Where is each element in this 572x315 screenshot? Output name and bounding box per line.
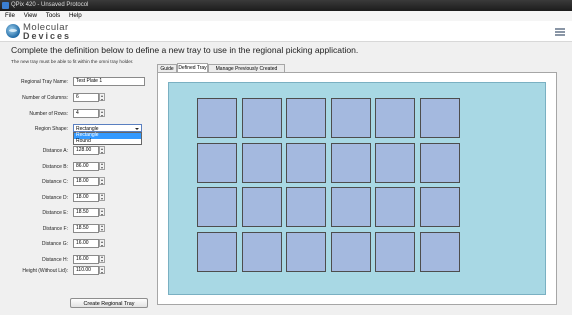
- region-shape-select[interactable]: Rectangle: [73, 124, 142, 132]
- tab-defined-tray[interactable]: Defined Tray: [177, 63, 208, 72]
- distance-g-input[interactable]: 16.00: [73, 239, 99, 248]
- distance-h-input[interactable]: 16.00: [73, 254, 99, 264]
- distance-b-spinner-icon[interactable]: [99, 161, 105, 170]
- rows-spinner-icon[interactable]: [99, 109, 105, 117]
- tray-well: [286, 231, 327, 272]
- distance-h-label: Distance H:: [42, 256, 68, 263]
- tray-name-label: Regional Tray Name:: [21, 79, 68, 85]
- tray-well: [375, 98, 416, 138]
- tray-well: [241, 187, 282, 227]
- tray-name-input[interactable]: Test Plate 1: [73, 77, 145, 86]
- region-shape-dropdown: Rectangle Round: [73, 132, 142, 145]
- distance-f-input[interactable]: 18.50: [73, 223, 99, 233]
- window-titlebar: QPix 420 - Unsaved Protocol: [0, 0, 572, 11]
- distance-f-label: Distance F:: [42, 225, 68, 232]
- distance-f-spinner-icon[interactable]: [99, 223, 105, 232]
- tray-well: [197, 98, 237, 138]
- app-header: Molecular Devices: [0, 21, 572, 42]
- region-shape-label: Region Shape:: [34, 126, 68, 132]
- tray-preview: [168, 82, 546, 295]
- distance-e-input[interactable]: 18.50: [73, 208, 99, 217]
- columns-input[interactable]: 6: [73, 93, 99, 102]
- distance-g-label: Distance G:: [41, 241, 68, 247]
- tray-well: [241, 98, 282, 138]
- tray-well: [420, 187, 460, 227]
- height-input[interactable]: 110.00: [73, 266, 99, 275]
- distance-b-label: Distance B:: [42, 163, 68, 170]
- distance-h-spinner-icon[interactable]: [99, 254, 105, 263]
- tray-well: [330, 142, 371, 183]
- option-round[interactable]: Round: [74, 138, 141, 145]
- tray-well: [420, 231, 460, 272]
- distance-b-input[interactable]: 86.00: [73, 161, 99, 171]
- distance-c-spinner-icon[interactable]: [99, 177, 105, 185]
- distance-a-spinner-icon[interactable]: [99, 146, 105, 154]
- columns-spinner-icon[interactable]: [99, 93, 105, 101]
- hamburger-menu-icon[interactable]: [555, 28, 565, 37]
- tab-guide[interactable]: Guide: [157, 64, 177, 72]
- page-heading: Complete the definition below to define …: [11, 45, 359, 55]
- menu-bar: File View Tools Help: [0, 11, 572, 21]
- distance-e-spinner-icon[interactable]: [99, 208, 105, 216]
- app-icon: [2, 2, 9, 9]
- tray-well: [286, 187, 327, 227]
- tray-well: [330, 98, 371, 138]
- tray-well: [286, 98, 327, 138]
- distance-c-label: Distance C:: [42, 179, 68, 185]
- menu-file[interactable]: File: [5, 11, 15, 21]
- molecular-devices-logo-icon: [6, 24, 20, 38]
- distance-c-input[interactable]: 18.00: [73, 177, 99, 186]
- tab-manage-trays[interactable]: Manage Previously Created Trays: [208, 64, 285, 80]
- create-regional-tray-button[interactable]: Create Regional Tray: [70, 298, 148, 308]
- rows-label: Number of Rows:: [29, 111, 68, 117]
- distance-d-input[interactable]: 18.00: [73, 192, 99, 202]
- columns-label: Number of Columns:: [22, 95, 68, 101]
- window-title: QPix 420 - Unsaved Protocol: [11, 2, 89, 8]
- chevron-down-icon: [135, 128, 139, 130]
- distance-a-input[interactable]: 128.00: [73, 146, 99, 155]
- tray-well: [286, 142, 327, 183]
- tray-well: [330, 187, 371, 227]
- tray-well: [420, 142, 460, 183]
- distance-g-spinner-icon[interactable]: [99, 239, 105, 247]
- height-spinner-icon[interactable]: [99, 266, 105, 274]
- distance-d-label: Distance D:: [42, 194, 68, 201]
- tray-well: [241, 231, 282, 272]
- brand-line2: Devices: [23, 31, 72, 41]
- tray-fit-note: The new tray must be able to fit within …: [11, 59, 134, 64]
- distance-d-spinner-icon[interactable]: [99, 192, 105, 201]
- tray-well: [241, 142, 282, 183]
- tray-well: [375, 142, 416, 183]
- rows-input[interactable]: 4: [73, 109, 99, 118]
- tray-well: [197, 187, 237, 227]
- tray-well: [197, 142, 237, 183]
- menu-view[interactable]: View: [24, 11, 37, 21]
- tray-well: [375, 231, 416, 272]
- tray-well: [197, 231, 237, 272]
- distance-a-label: Distance A:: [42, 148, 68, 154]
- menu-help[interactable]: Help: [69, 11, 82, 21]
- distance-e-label: Distance E:: [42, 210, 68, 216]
- height-label: Height (Without Lid):: [22, 268, 68, 274]
- tray-well: [330, 231, 371, 272]
- menu-tools[interactable]: Tools: [46, 11, 60, 21]
- tray-well: [420, 98, 460, 138]
- tray-well: [375, 187, 416, 227]
